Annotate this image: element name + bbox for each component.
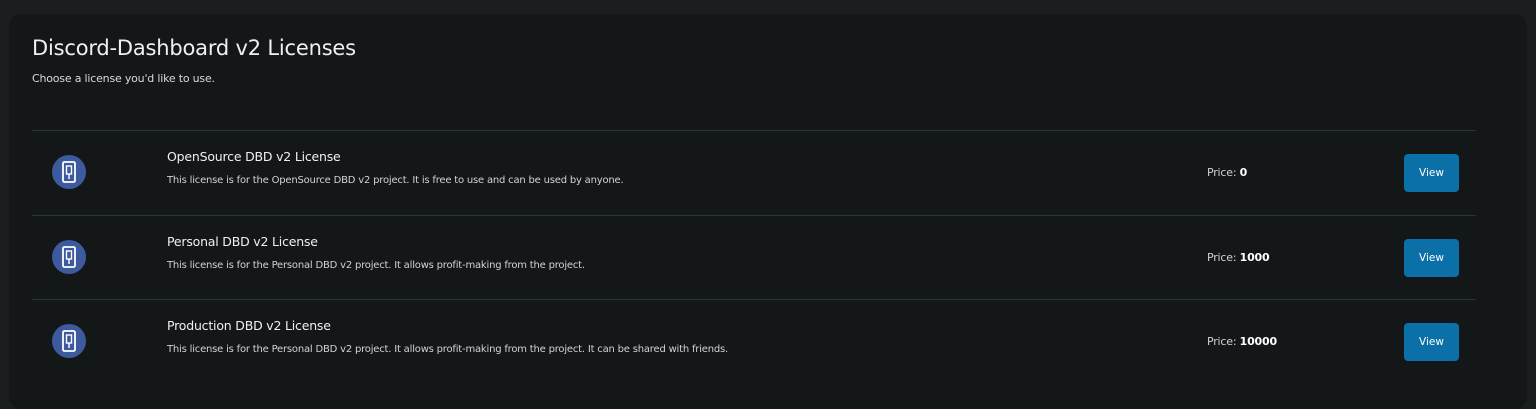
license-name: Personal DBD v2 License: [167, 233, 318, 249]
price-value: 1000: [1239, 250, 1270, 264]
license-description: This license is for the Personal DBD v2 …: [167, 344, 728, 355]
license-row-personal: Personal DBD v2 License This license is …: [32, 214, 1476, 300]
license-description: This license is for the Personal DBD v2 …: [167, 259, 585, 271]
view-button[interactable]: View: [1404, 154, 1459, 192]
license-badge-icon: [52, 155, 86, 189]
license-list: OpenSource DBD v2 License This license i…: [32, 130, 1476, 384]
price-value: 0: [1239, 166, 1248, 179]
license-price: Price: 10000: [1207, 335, 1277, 348]
price-label: Price:: [1207, 250, 1237, 264]
license-description: This license is for the OpenSource DBD v…: [167, 175, 624, 186]
license-badge-icon: [52, 324, 86, 358]
license-name: OpenSource DBD v2 License: [167, 149, 341, 164]
price-value: 10000: [1239, 335, 1277, 348]
licenses-card: Discord-Dashboard v2 Licenses Choose a l…: [9, 14, 1527, 409]
view-button[interactable]: View: [1404, 238, 1459, 277]
page-subtitle: Choose a license you'd like to use.: [32, 72, 215, 85]
license-price: Price: 1000: [1207, 250, 1270, 264]
page-title: Discord-Dashboard v2 Licenses: [32, 36, 356, 60]
license-name: Production DBD v2 License: [167, 318, 331, 333]
license-row-production: Production DBD v2 License This license i…: [32, 299, 1476, 384]
price-label: Price:: [1207, 166, 1237, 179]
license-badge-icon: [52, 239, 86, 274]
license-price: Price: 0: [1207, 166, 1247, 179]
license-row-opensource: OpenSource DBD v2 License This license i…: [32, 130, 1476, 215]
price-label: Price:: [1207, 335, 1237, 348]
view-button[interactable]: View: [1404, 323, 1459, 361]
